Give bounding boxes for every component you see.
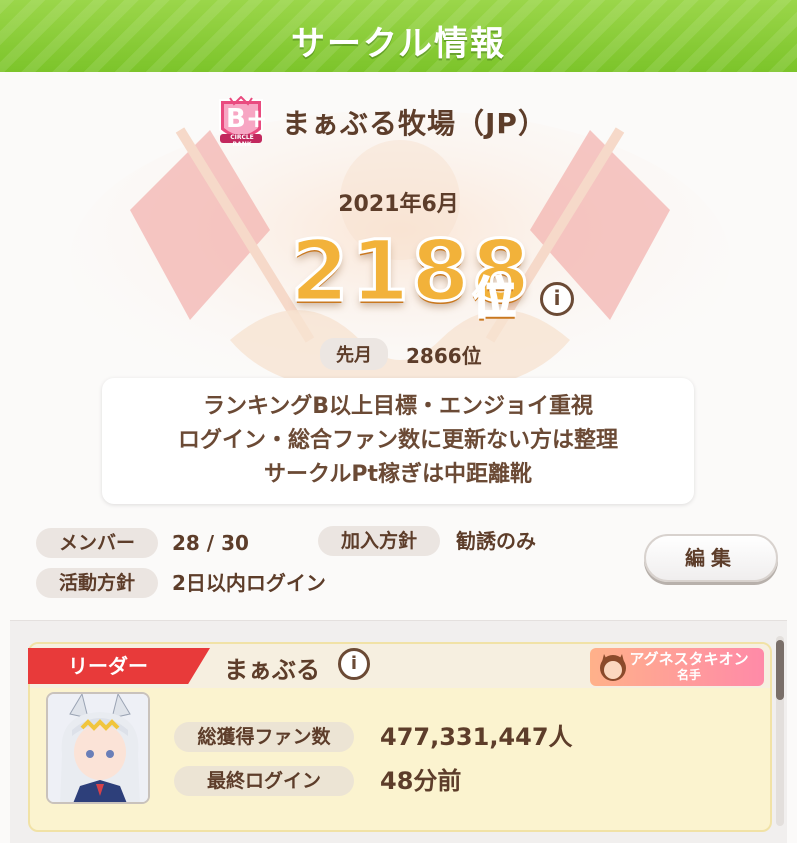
description-line: ランキングB以上目標・エンジョイ重視	[202, 394, 594, 419]
description-line: サークルPt稼ぎは中距離靴	[264, 462, 532, 487]
last-login-value: 48分前	[380, 767, 462, 795]
circle-description: ランキングB以上目標・エンジョイ重視 ログイン・総合ファン数に更新ない方は整理 …	[102, 378, 694, 504]
leader-name: まぁぶる	[224, 656, 320, 684]
ranking-suffix: 位	[471, 272, 517, 325]
circle-name: まぁぶる牧場（JP）	[282, 107, 547, 140]
last-login-label: 最終ログイン	[174, 766, 354, 796]
scrollbar-thumb[interactable]	[776, 640, 784, 700]
circle-rank-badge: B+ CIRCLE RANK	[214, 95, 268, 148]
leader-avatar	[46, 692, 150, 804]
ranking-info-button[interactable]: i	[540, 282, 574, 316]
activity-policy-value: 2日以内ログイン	[172, 571, 326, 595]
previous-month-row: 先月 2866位	[320, 338, 482, 370]
rank-badge-sub: CIRCLE RANK	[230, 134, 254, 148]
total-fans-value: 477,331,447人	[380, 723, 573, 751]
edit-button[interactable]: 編集	[644, 534, 778, 582]
previous-month-label: 先月	[320, 338, 388, 370]
join-policy-value: 勧誘のみ	[456, 529, 536, 553]
description-line: ログイン・総合ファン数に更新ない方は整理	[177, 428, 618, 453]
members-label: メンバー	[36, 528, 158, 558]
header-bar: サークル情報	[0, 0, 797, 72]
title-character-icon	[600, 654, 626, 681]
members-value: 28 / 30	[172, 531, 249, 555]
circle-header: B+ CIRCLE RANK まぁぶる牧場（JP）	[214, 95, 547, 148]
ranking-month: 2021年6月	[338, 192, 459, 217]
avatar-image	[48, 694, 148, 802]
total-fans-label: 総獲得ファン数	[174, 722, 354, 752]
member-list-scrollbar[interactable]	[776, 636, 784, 826]
page-title: サークル情報	[291, 24, 506, 64]
previous-month-value: 2866位	[406, 343, 482, 368]
rank-badge-letter: B+	[226, 104, 268, 134]
leader-info-button[interactable]: i	[338, 648, 370, 680]
join-policy-label: 加入方針	[318, 526, 440, 556]
leader-tag: リーダー	[28, 648, 210, 684]
activity-policy-label: 活動方針	[36, 568, 158, 598]
